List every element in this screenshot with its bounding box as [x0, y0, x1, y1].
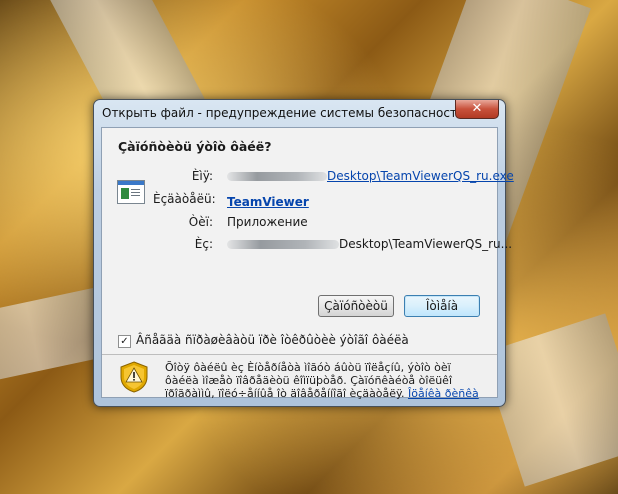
question-heading: Çàïóñòèòü ýòîò ôàéë?: [118, 139, 272, 154]
name-value[interactable]: Desktop\TeamViewerQS_ru.exe: [227, 169, 514, 183]
warning-text: Õîòÿ ôàéëû èç Èíòåðíåòà ìîãóò áûòü ïîëåç…: [165, 361, 487, 400]
from-value: Desktop\TeamViewerQS_ru...: [227, 237, 512, 251]
run-button[interactable]: Çàïóñòèòü: [318, 295, 394, 317]
close-button[interactable]: ✕: [455, 100, 499, 119]
dialog-content: Çàïóñòèòü ýòîò ôàéë? Èìÿ: Desktop\TeamVi…: [101, 127, 514, 400]
from-value-text: Desktop\TeamViewerQS_ru...: [339, 237, 513, 251]
security-warning-dialog: Открыть файл - предупреждение системы бе…: [93, 99, 514, 407]
close-icon: ✕: [471, 101, 483, 116]
redacted-blur: [227, 172, 327, 181]
cancel-button[interactable]: Îòìåíà: [404, 295, 480, 317]
always-ask-label[interactable]: Âñåãäà ñïðàøèâàòü ïðè îòêðûòèè ýòîãî ôàé…: [136, 333, 409, 347]
title-bar[interactable]: Открыть файл - предупреждение системы бе…: [94, 100, 505, 126]
publisher-label: Èçäàòåëü:: [153, 192, 216, 206]
security-shield-warning-icon: [120, 361, 148, 393]
warning-footer: Õîòÿ ôàéëû èç Èíòåðíåòà ìîãóò áûòü ïîëåç…: [102, 355, 497, 400]
publisher-link[interactable]: TeamViewer: [227, 195, 309, 209]
redacted-blur: [227, 240, 339, 249]
risk-assessment-link[interactable]: Îöåíêà ðèñêà: [408, 387, 479, 400]
from-label: Èç:: [194, 237, 213, 251]
name-label: Èìÿ:: [191, 169, 213, 183]
type-label: Òèï:: [188, 215, 213, 229]
application-file-icon: [117, 180, 145, 204]
name-value-link[interactable]: Desktop\TeamViewerQS_ru.exe: [327, 169, 514, 183]
always-ask-checkbox[interactable]: ✓: [118, 335, 131, 348]
type-value: Приложение: [227, 215, 308, 229]
window-title: Открыть файл - предупреждение системы бе…: [102, 106, 465, 120]
